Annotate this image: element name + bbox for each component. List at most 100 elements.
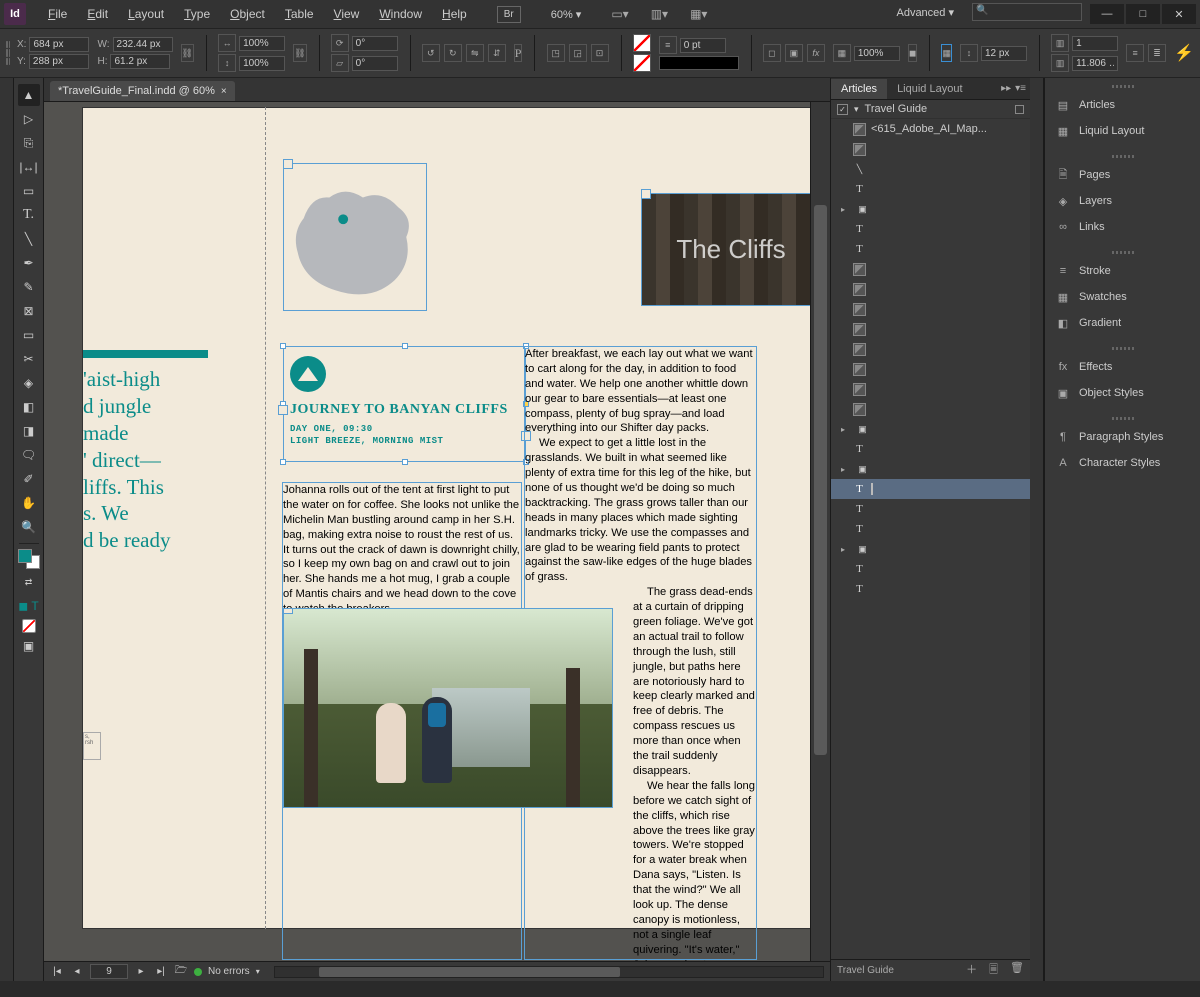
article-item[interactable]	[831, 259, 1030, 279]
swap-fill-stroke-icon[interactable]: ⇄	[18, 571, 40, 593]
cliffs-image-frame[interactable]: The Cliffs	[641, 193, 810, 306]
menu-file[interactable]: File	[38, 1, 77, 27]
panel-swatches[interactable]: ▦Swatches	[1045, 284, 1200, 310]
search-input[interactable]	[972, 3, 1082, 21]
delete-article-icon[interactable]: 🗑	[1010, 961, 1024, 980]
new-article-icon[interactable]: 🗏	[989, 961, 998, 980]
panel-links[interactable]: ∞Links	[1045, 214, 1200, 240]
cols-input[interactable]	[1072, 36, 1118, 51]
first-page-button[interactable]: |◂	[50, 965, 64, 979]
select-container-icon[interactable]: ◳	[547, 44, 565, 62]
thread-in-port[interactable]	[278, 405, 288, 415]
disclosure-icon[interactable]: ▸	[841, 545, 851, 554]
page-tool[interactable]: ⎘	[18, 132, 40, 154]
pull-quote-frame[interactable]: 'aist-highd junglemade' direct—liffs. Th…	[83, 366, 211, 554]
minimize-button[interactable]: —	[1090, 4, 1124, 24]
flip-v-icon[interactable]: ⇵	[488, 44, 506, 62]
apply-none-icon[interactable]	[22, 619, 36, 633]
thread-in-port[interactable]	[283, 608, 293, 614]
close-button[interactable]: ✕	[1162, 4, 1196, 24]
rotate-ccw-icon[interactable]: ↺	[422, 44, 440, 62]
eyedropper-tool[interactable]: ✐	[18, 468, 40, 490]
thread-in-port[interactable]	[641, 189, 651, 199]
panel-object-styles[interactable]: ▣Object Styles	[1045, 380, 1200, 406]
menu-layout[interactable]: Layout	[118, 1, 174, 27]
article-item[interactable]	[831, 299, 1030, 319]
article-item[interactable]	[831, 479, 1030, 499]
article-item[interactable]	[831, 319, 1030, 339]
ref-p-icon[interactable]: P	[514, 44, 523, 62]
content-collector-tool[interactable]: ▭	[18, 180, 40, 202]
scaley-input[interactable]	[239, 56, 285, 71]
formatting-container-icon[interactable]: ◼ T	[18, 595, 40, 617]
note-tool[interactable]: 🗨	[18, 444, 40, 466]
panel-pages[interactable]: 🗎Pages	[1045, 162, 1200, 188]
view-options[interactable]: ▭▾ ▥▾ ▦▾	[611, 7, 707, 21]
menu-help[interactable]: Help	[432, 1, 477, 27]
hero-image-frame[interactable]	[283, 608, 613, 808]
article-item[interactable]	[831, 219, 1030, 239]
article-item[interactable]: ▸▣	[831, 539, 1030, 559]
stroke-weight-input[interactable]	[680, 38, 726, 53]
rectangle-frame-tool[interactable]: ⊠	[18, 300, 40, 322]
disclosure-icon[interactable]: ▸	[841, 425, 851, 434]
selected-title-frame[interactable]: JOURNEY TO BANYAN CLIFFS DAY ONE, 09:30 …	[283, 346, 526, 462]
panel-liquid-layout[interactable]: ▦Liquid Layout	[1045, 118, 1200, 144]
article-item[interactable]	[831, 579, 1030, 599]
article-header[interactable]: ✓ ▾ Travel Guide	[831, 100, 1030, 119]
rotate-input[interactable]	[352, 36, 398, 51]
thread-in-port[interactable]	[283, 159, 293, 169]
free-transform-tool[interactable]: ◈	[18, 372, 40, 394]
thumbnail-snippet[interactable]: s, rsh	[83, 732, 101, 760]
panel-effects[interactable]: fxEffects	[1045, 354, 1200, 380]
screen-mode-icon[interactable]: ▭▾	[611, 7, 628, 21]
type-tool[interactable]: T.	[18, 204, 40, 226]
article-item[interactable]	[831, 239, 1030, 259]
map-frame[interactable]	[283, 163, 427, 311]
add-article-icon[interactable]: ＋	[966, 961, 977, 980]
view-icon[interactable]: ▦▾	[690, 7, 707, 21]
drop-shadow-icon[interactable]: ◼	[908, 44, 917, 62]
y-input[interactable]	[29, 54, 89, 69]
shear-input[interactable]	[352, 56, 398, 71]
last-page-button[interactable]: ▸|	[154, 965, 168, 979]
pencil-tool[interactable]: ✎	[18, 276, 40, 298]
panel-gradient[interactable]: ◧Gradient	[1045, 310, 1200, 336]
panel-articles[interactable]: ▤Articles	[1045, 92, 1200, 118]
preflight-status-text[interactable]: No errors	[208, 966, 250, 977]
preflight-status-icon[interactable]	[194, 968, 202, 976]
gutter-input[interactable]	[1072, 56, 1118, 71]
article-item[interactable]	[831, 439, 1030, 459]
article-item[interactable]: ▸▣	[831, 199, 1030, 219]
w-input[interactable]	[113, 37, 173, 52]
x-input[interactable]	[29, 37, 89, 52]
arrange-icon[interactable]: ▥▾	[651, 7, 668, 21]
rotate-cw-icon[interactable]: ↻	[444, 44, 462, 62]
stroke-style-dropdown[interactable]	[659, 56, 739, 70]
panel-character-styles[interactable]: ACharacter Styles	[1045, 450, 1200, 476]
workspace-switcher[interactable]: Advanced ▾	[896, 6, 954, 19]
menu-window[interactable]: Window	[369, 1, 432, 27]
article-item[interactable]	[831, 379, 1030, 399]
article-item[interactable]	[831, 359, 1030, 379]
article-options-icon[interactable]	[1015, 105, 1024, 114]
maximize-button[interactable]: □	[1126, 4, 1160, 24]
article-item[interactable]	[831, 519, 1030, 539]
effects-fx-icon[interactable]: fx	[807, 44, 825, 62]
reference-point-grid[interactable]	[6, 41, 9, 65]
pen-tool[interactable]: ✒	[18, 252, 40, 274]
articles-list[interactable]: <615_Adobe_AI_Map...╲▸▣▸▣▸▣▸▣	[831, 119, 1030, 959]
select-content-icon[interactable]: ◲	[569, 44, 587, 62]
pasteboard[interactable]: 'aist-highd junglemade' direct—liffs. Th…	[44, 102, 810, 961]
constrain-wh-icon[interactable]: ⛓	[181, 44, 194, 62]
document-tab[interactable]: *TravelGuide_Final.indd @ 60% ×	[50, 81, 235, 101]
menu-object[interactable]: Object	[220, 1, 275, 27]
gradient-swatch-tool[interactable]: ◧	[18, 396, 40, 418]
align-top-icon[interactable]: ≡	[1126, 44, 1144, 62]
textwrap-icon[interactable]: ▣	[785, 44, 803, 62]
article-item[interactable]: ╲	[831, 159, 1030, 179]
page-number-input[interactable]	[90, 964, 128, 979]
panel-paragraph-styles[interactable]: ¶Paragraph Styles	[1045, 424, 1200, 450]
article-item[interactable]	[831, 139, 1030, 159]
horizontal-scrollbar[interactable]	[274, 966, 824, 978]
